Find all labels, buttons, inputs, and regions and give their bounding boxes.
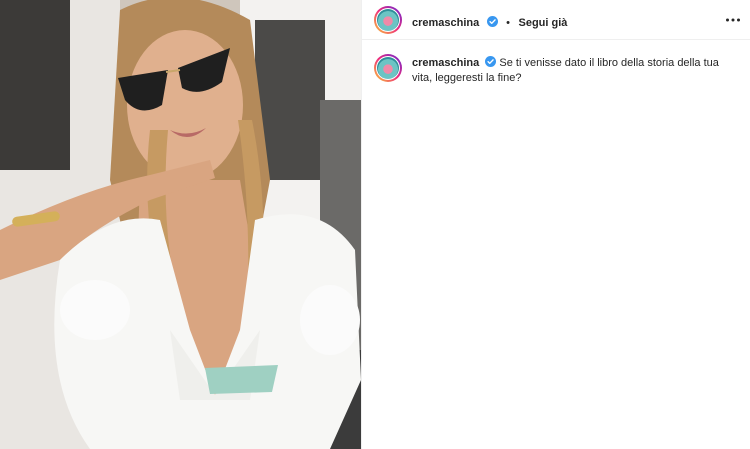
post-photo[interactable]	[0, 0, 361, 449]
header-user-row: cremaschina • Segui già	[412, 13, 567, 31]
header-username[interactable]: cremaschina	[412, 17, 479, 29]
profile-avatar[interactable]	[374, 6, 402, 34]
following-button[interactable]: Segui già	[518, 17, 567, 29]
caption-body: cremaschina Se ti venisse dato il libro …	[412, 56, 734, 86]
post-photo-illustration	[0, 0, 361, 449]
separator-dot: •	[506, 17, 511, 29]
caption-username[interactable]: cremaschina	[412, 57, 479, 69]
verified-badge-icon	[486, 16, 498, 27]
post-details-panel: cremaschina • Segui già cremaschina Se t…	[361, 0, 750, 449]
caption-block: cremaschina Se ti venisse dato il libro …	[374, 54, 734, 86]
caption-avatar[interactable]	[374, 54, 402, 82]
post-header: cremaschina • Segui già	[362, 0, 750, 40]
verified-badge-icon	[485, 56, 497, 67]
more-horizontal-icon[interactable]	[725, 12, 741, 28]
caption-line: cremaschina Se ti venisse dato il libro …	[412, 56, 734, 86]
